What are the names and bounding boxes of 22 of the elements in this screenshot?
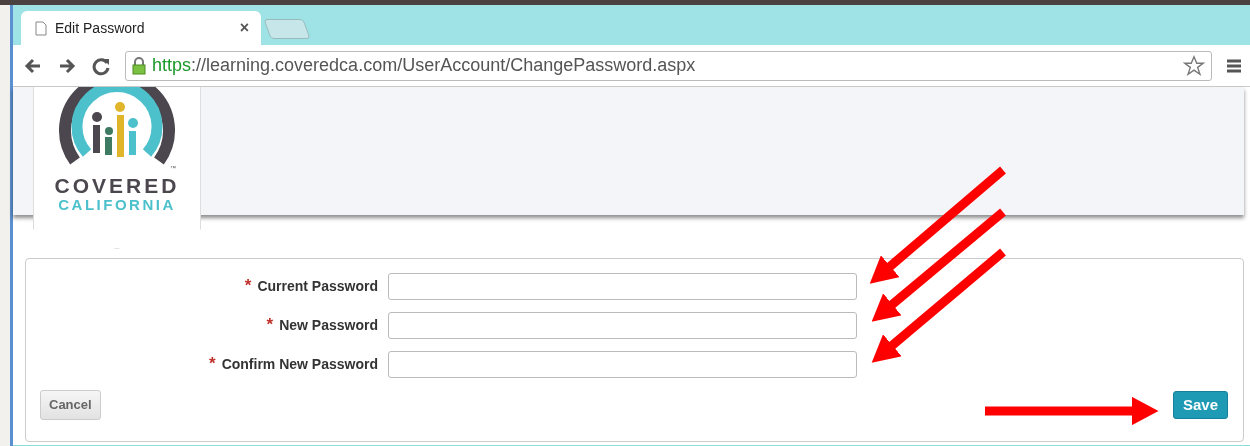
address-bar[interactable]: https://learning.coveredca.com/UserAccount/ChangePassword.aspx [125,50,1212,81]
lock-icon [132,56,146,75]
required-mark: * [209,354,216,374]
required-mark: * [266,315,274,335]
page-icon [35,20,47,36]
password-field[interactable] [388,272,857,300]
password-field[interactable] [388,350,857,378]
required-mark: * [244,276,252,296]
logo-subtitle: CALIFORNIA [58,196,176,214]
close-icon[interactable]: × [239,16,249,40]
reload-icon[interactable] [91,55,111,76]
field-label: Confirm New Password [221,356,378,373]
logo-text: COVERED [54,175,180,196]
tab-title: Edit Password [55,18,146,38]
url-text: https://learning.coveredca.com/UserAccount/ChangePassword.aspx [152,54,697,77]
cancel-button[interactable]: Cancel [40,390,101,420]
star-icon[interactable] [1183,54,1205,77]
menu-icon[interactable] [1226,57,1242,74]
browser-tab[interactable]: Edit Password × [21,11,261,45]
field-label: Current Password [257,278,378,295]
field-label: New Password [279,317,378,334]
password-field[interactable] [388,311,857,339]
